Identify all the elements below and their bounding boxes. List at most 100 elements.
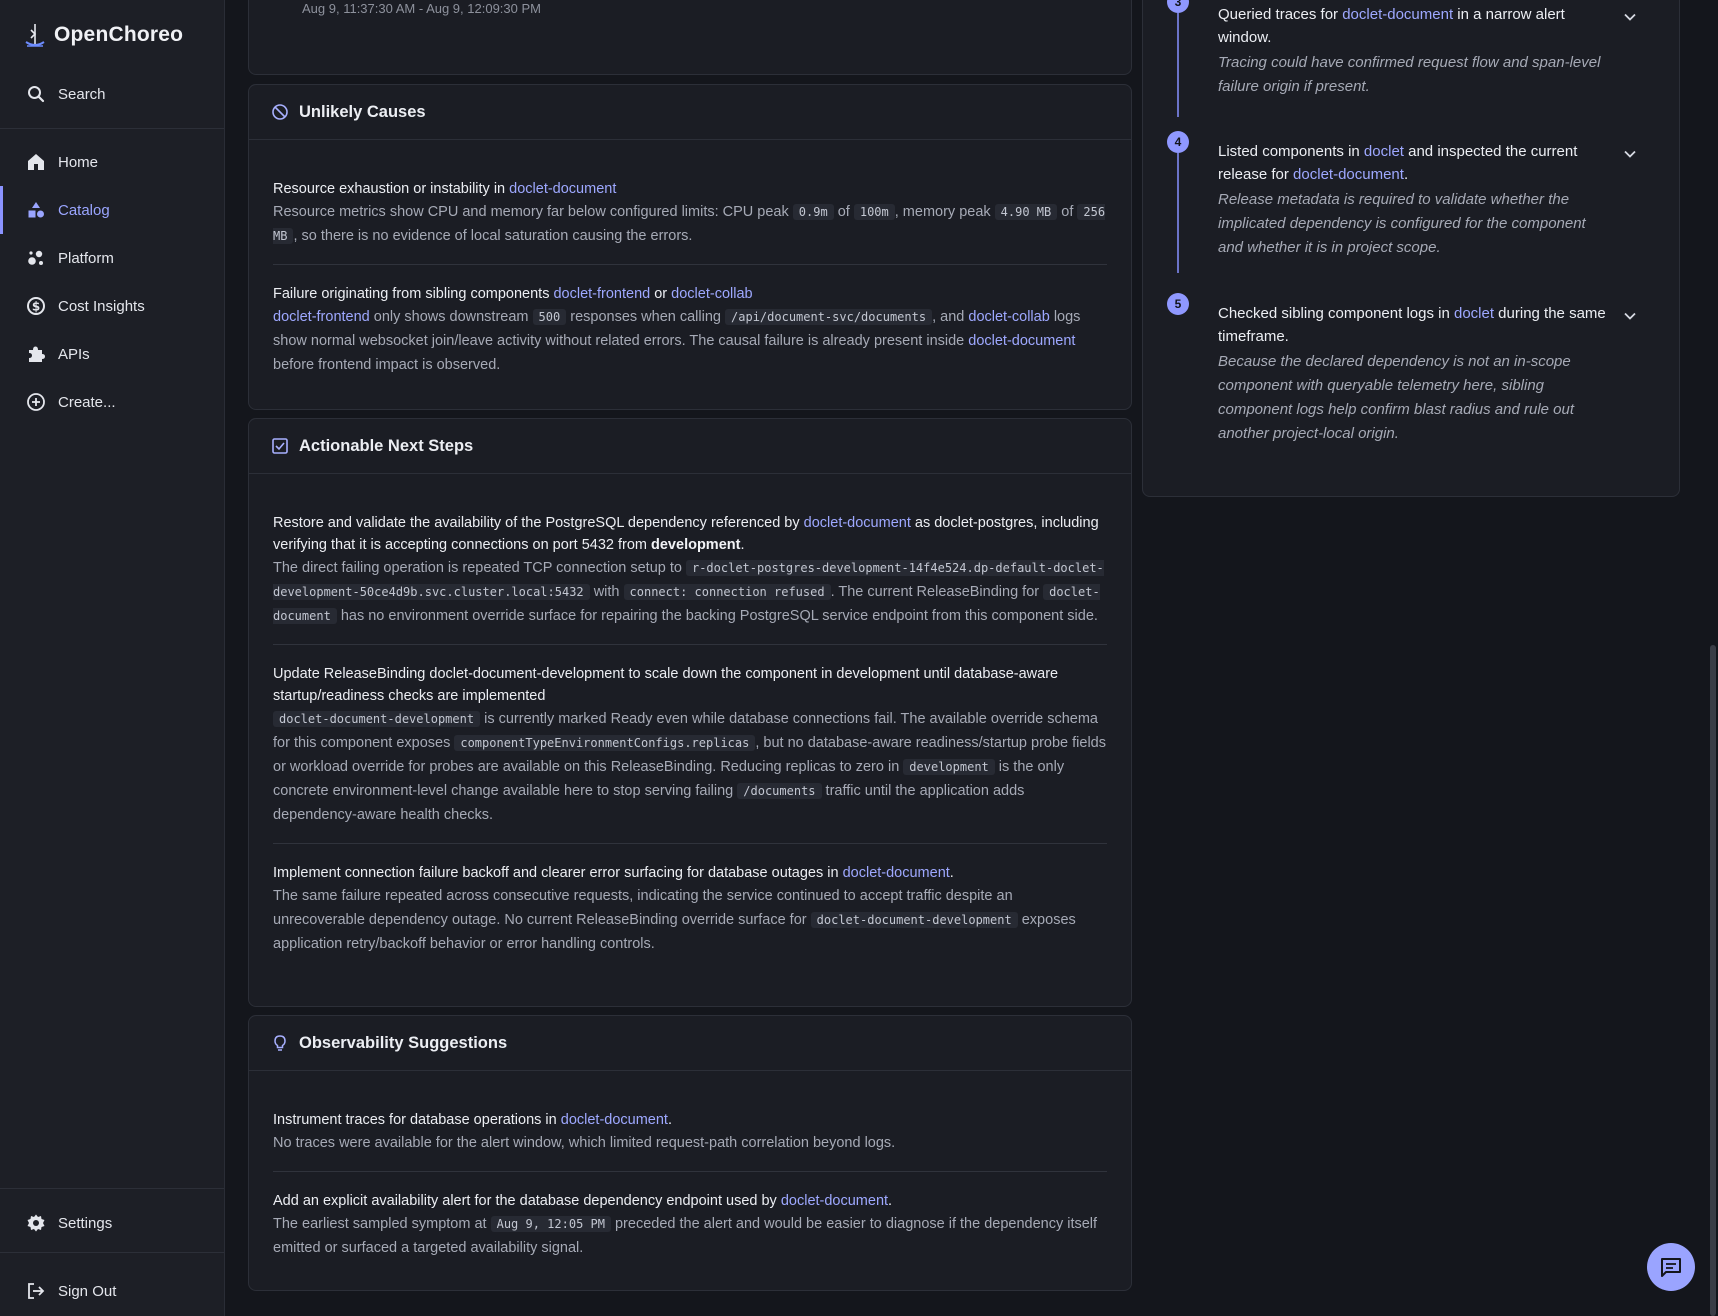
sidebar-item-catalog[interactable]: Catalog bbox=[0, 186, 224, 234]
sidebar-item-label: Home bbox=[58, 153, 99, 171]
item-title: Failure originating from sibling compone… bbox=[273, 286, 753, 302]
card-header: Unlikely Causes bbox=[249, 85, 1131, 140]
sidebar: OpenChoreo Search Home Catalog Platform … bbox=[0, 0, 225, 1316]
brand-logo[interactable]: OpenChoreo bbox=[24, 20, 183, 50]
step-desc: Tracing could have confirmed request flo… bbox=[1218, 54, 1601, 95]
sidebar-item-label: Search bbox=[58, 85, 106, 103]
item-title: Restore and validate the availability of… bbox=[273, 515, 1099, 553]
item-title: Implement connection failure backoff and… bbox=[273, 865, 954, 881]
item-desc: Resource metrics show CPU and memory far… bbox=[273, 204, 1106, 244]
time-range: Aug 9, 11:37:30 AM - Aug 9, 12:09:30 PM bbox=[302, 1, 541, 16]
search-icon bbox=[28, 86, 45, 103]
component-link[interactable]: doclet-collab bbox=[968, 309, 1049, 325]
sidebar-item-label: Create... bbox=[58, 393, 116, 411]
timeline-card: Aug 9, 11:37:30 AM - Aug 9, 12:09:30 PM bbox=[248, 0, 1132, 75]
sidebar-item-label: APIs bbox=[58, 345, 90, 363]
list-item: Implement connection failure backoff and… bbox=[273, 844, 1107, 972]
list-item: Add an explicit availability alert for t… bbox=[273, 1172, 1107, 1276]
list-item: Update ReleaseBinding doclet-document-de… bbox=[273, 645, 1107, 844]
list-item: Resource exhaustion or instability in do… bbox=[273, 160, 1107, 265]
sidebar-item-settings[interactable]: Settings bbox=[0, 1201, 224, 1245]
step-title: Listed components in doclet and inspecte… bbox=[1218, 143, 1578, 183]
card-title: Observability Suggestions bbox=[299, 1033, 508, 1052]
svg-text:$: $ bbox=[32, 300, 40, 314]
investigation-steps-panel: 3 Queried traces for doclet-document in … bbox=[1142, 0, 1680, 497]
platform-icon bbox=[28, 250, 43, 265]
chevron-down-icon[interactable] bbox=[1621, 307, 1639, 325]
add-circle-icon bbox=[27, 393, 45, 411]
item-desc: The same failure repeated across consecu… bbox=[273, 888, 1076, 952]
sidebar-item-label: Sign Out bbox=[58, 1282, 117, 1300]
item-desc: The earliest sampled symptom at Aug 9, 1… bbox=[273, 1216, 1098, 1256]
unlikely-causes-card: Unlikely Causes Resource exhaustion or i… bbox=[248, 84, 1132, 410]
block-icon bbox=[272, 104, 288, 120]
step-number: 4 bbox=[1167, 131, 1189, 153]
step-title: Checked sibling component logs in doclet… bbox=[1218, 305, 1606, 345]
lightbulb-icon bbox=[274, 1035, 286, 1051]
card-title: Unlikely Causes bbox=[299, 102, 426, 121]
sidebar-item-label: Cost Insights bbox=[58, 297, 145, 315]
app-name: OpenChoreo bbox=[54, 23, 184, 46]
component-link[interactable]: doclet-document bbox=[1342, 6, 1453, 23]
sidebar-item-label: Platform bbox=[58, 249, 114, 267]
item-desc: No traces were available for the alert w… bbox=[273, 1135, 896, 1151]
sidebar-item-apis[interactable]: APIs bbox=[0, 332, 224, 376]
project-link[interactable]: doclet bbox=[1454, 305, 1494, 322]
divider bbox=[0, 1188, 224, 1189]
step-connector bbox=[1177, 153, 1179, 273]
card-header: Observability Suggestions bbox=[249, 1016, 1131, 1071]
openchoreo-logo-icon bbox=[25, 24, 45, 47]
component-link[interactable]: doclet-document bbox=[968, 333, 1075, 349]
list-item: Instrument traces for database operation… bbox=[273, 1091, 1107, 1172]
list-item: Restore and validate the availability of… bbox=[273, 494, 1107, 645]
card-title: Actionable Next Steps bbox=[299, 436, 474, 455]
item-desc: The direct failing operation is repeated… bbox=[273, 560, 1104, 624]
step-number: 3 bbox=[1167, 0, 1189, 13]
component-link[interactable]: doclet-frontend bbox=[273, 309, 370, 325]
divider bbox=[0, 128, 224, 129]
home-icon bbox=[28, 154, 44, 170]
component-link[interactable]: doclet-document bbox=[561, 1112, 668, 1128]
component-link[interactable]: doclet-document bbox=[509, 181, 616, 197]
component-link[interactable]: doclet-document bbox=[804, 515, 911, 531]
checklist-icon bbox=[272, 438, 288, 454]
sidebar-item-home[interactable]: Home bbox=[0, 140, 224, 184]
puzzle-icon bbox=[29, 346, 45, 362]
chat-icon bbox=[1661, 1258, 1681, 1277]
component-link[interactable]: doclet-document bbox=[781, 1193, 888, 1209]
step-connector bbox=[1177, 13, 1179, 117]
chevron-down-icon[interactable] bbox=[1621, 145, 1639, 163]
chevron-down-icon[interactable] bbox=[1621, 8, 1639, 26]
next-steps-card: Actionable Next Steps Restore and valida… bbox=[248, 418, 1132, 1007]
component-link[interactable]: doclet-document bbox=[843, 865, 950, 881]
step-desc: Release metadata is required to validate… bbox=[1218, 191, 1586, 256]
component-link[interactable]: doclet-document bbox=[1293, 166, 1404, 183]
step-title: Queried traces for doclet-document in a … bbox=[1218, 6, 1565, 46]
component-link[interactable]: doclet-collab bbox=[671, 286, 752, 302]
project-link[interactable]: doclet bbox=[1364, 143, 1404, 160]
item-title: Instrument traces for database operation… bbox=[273, 1112, 672, 1128]
scrollbar[interactable] bbox=[1710, 645, 1716, 1316]
item-title: Resource exhaustion or instability in do… bbox=[273, 181, 617, 197]
sidebar-item-label: Catalog bbox=[58, 201, 110, 219]
sidebar-item-create[interactable]: Create... bbox=[0, 380, 224, 424]
sidebar-item-platform[interactable]: Platform bbox=[0, 236, 224, 280]
sidebar-item-cost-insights[interactable]: $ Cost Insights bbox=[0, 284, 224, 328]
card-header: Actionable Next Steps bbox=[249, 419, 1131, 474]
item-title: Add an explicit availability alert for t… bbox=[273, 1193, 893, 1209]
sidebar-item-sign-out[interactable]: Sign Out bbox=[0, 1269, 224, 1313]
chat-button[interactable] bbox=[1647, 1243, 1695, 1291]
component-link[interactable]: doclet-frontend bbox=[553, 286, 650, 302]
sidebar-item-search[interactable]: Search bbox=[0, 72, 224, 116]
money-icon: $ bbox=[27, 297, 45, 315]
item-desc: doclet-document-development is currently… bbox=[273, 711, 1106, 823]
divider bbox=[0, 1252, 224, 1253]
sidebar-item-label: Settings bbox=[58, 1214, 113, 1232]
step-desc: Because the declared dependency is not a… bbox=[1218, 353, 1575, 442]
list-item: Failure originating from sibling compone… bbox=[273, 265, 1107, 393]
item-title: Update ReleaseBinding doclet-document-de… bbox=[273, 666, 1059, 704]
step-number: 5 bbox=[1167, 293, 1189, 315]
sign-out-icon bbox=[28, 1283, 45, 1299]
gear-icon bbox=[27, 1214, 45, 1232]
catalog-icon bbox=[28, 202, 44, 218]
